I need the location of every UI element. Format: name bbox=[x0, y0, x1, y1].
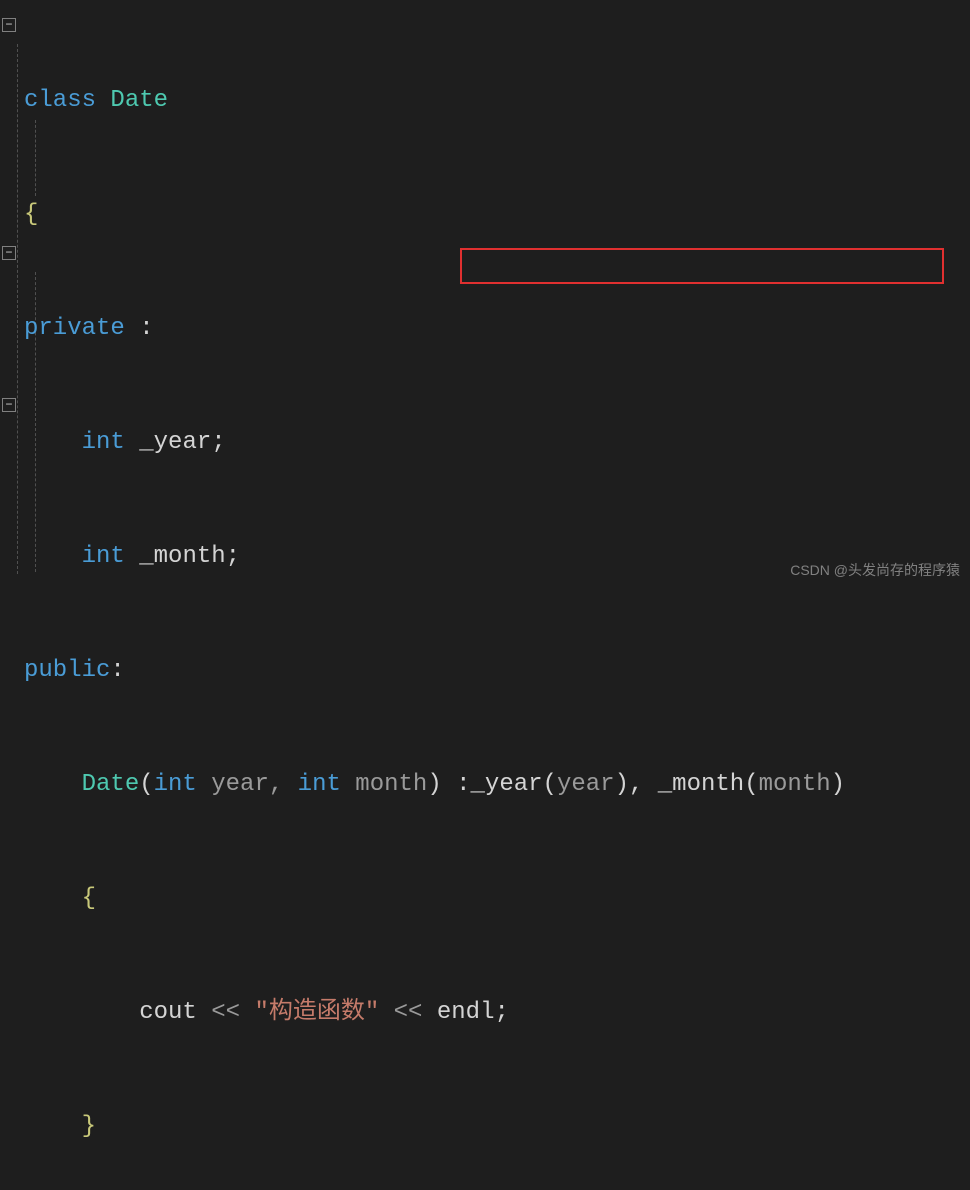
code-line: { bbox=[24, 880, 845, 918]
keyword-public: public bbox=[24, 657, 110, 684]
paren-close: ) bbox=[427, 771, 456, 798]
code-line: int _year; bbox=[24, 424, 845, 462]
code-line: { bbox=[24, 196, 845, 234]
paren-open: ( bbox=[543, 771, 557, 798]
paren-close: ) bbox=[615, 771, 629, 798]
type-int: int bbox=[298, 771, 341, 798]
indent-guide bbox=[17, 44, 18, 574]
init-month: _month bbox=[658, 771, 744, 798]
comma: , bbox=[629, 771, 658, 798]
code-line: class Date bbox=[24, 82, 845, 120]
code-block: class Date { private : int _year; int _m… bbox=[24, 6, 845, 1190]
type-int: int bbox=[82, 429, 125, 456]
init-year: :_year bbox=[456, 771, 542, 798]
code-line: public: bbox=[24, 652, 845, 690]
paren-open: ( bbox=[139, 771, 153, 798]
code-line: Date(int year, int month) :_year(year), … bbox=[24, 766, 845, 804]
fold-toggle-print[interactable]: − bbox=[2, 398, 16, 412]
paren-open: ( bbox=[744, 771, 758, 798]
watermark: CSDN @头发尚存的程序猿 bbox=[790, 551, 960, 589]
operator-stream: << bbox=[211, 999, 240, 1026]
keyword-class: class bbox=[24, 87, 96, 114]
param-month: month bbox=[341, 771, 427, 798]
endl: endl; bbox=[422, 999, 508, 1026]
cout: cout bbox=[139, 999, 211, 1026]
keyword-private: private bbox=[24, 315, 125, 342]
string-literal: "构造函数" bbox=[240, 999, 394, 1026]
fold-toggle-class[interactable]: − bbox=[2, 18, 16, 32]
type-int: int bbox=[82, 543, 125, 570]
member-year: _year; bbox=[125, 429, 226, 456]
code-line: cout << "构造函数" << endl; bbox=[24, 994, 845, 1032]
paren-close: ) bbox=[831, 771, 845, 798]
fold-toggle-ctor[interactable]: − bbox=[2, 246, 16, 260]
class-name: Date bbox=[96, 87, 168, 114]
highlight-box bbox=[460, 248, 944, 284]
operator-stream: << bbox=[394, 999, 423, 1026]
colon: : bbox=[125, 315, 154, 342]
ctor-name: Date bbox=[82, 771, 140, 798]
arg-year: year bbox=[557, 771, 615, 798]
code-line: } bbox=[24, 1108, 845, 1146]
colon: : bbox=[110, 657, 124, 684]
brace-open: { bbox=[24, 201, 38, 228]
member-month: _month; bbox=[125, 543, 240, 570]
brace-open: { bbox=[82, 885, 96, 912]
arg-month: month bbox=[759, 771, 831, 798]
code-line: int _month; bbox=[24, 538, 845, 576]
code-line: private : bbox=[24, 310, 845, 348]
brace-close: } bbox=[82, 1113, 96, 1140]
type-int: int bbox=[154, 771, 197, 798]
param-year: year, bbox=[197, 771, 298, 798]
